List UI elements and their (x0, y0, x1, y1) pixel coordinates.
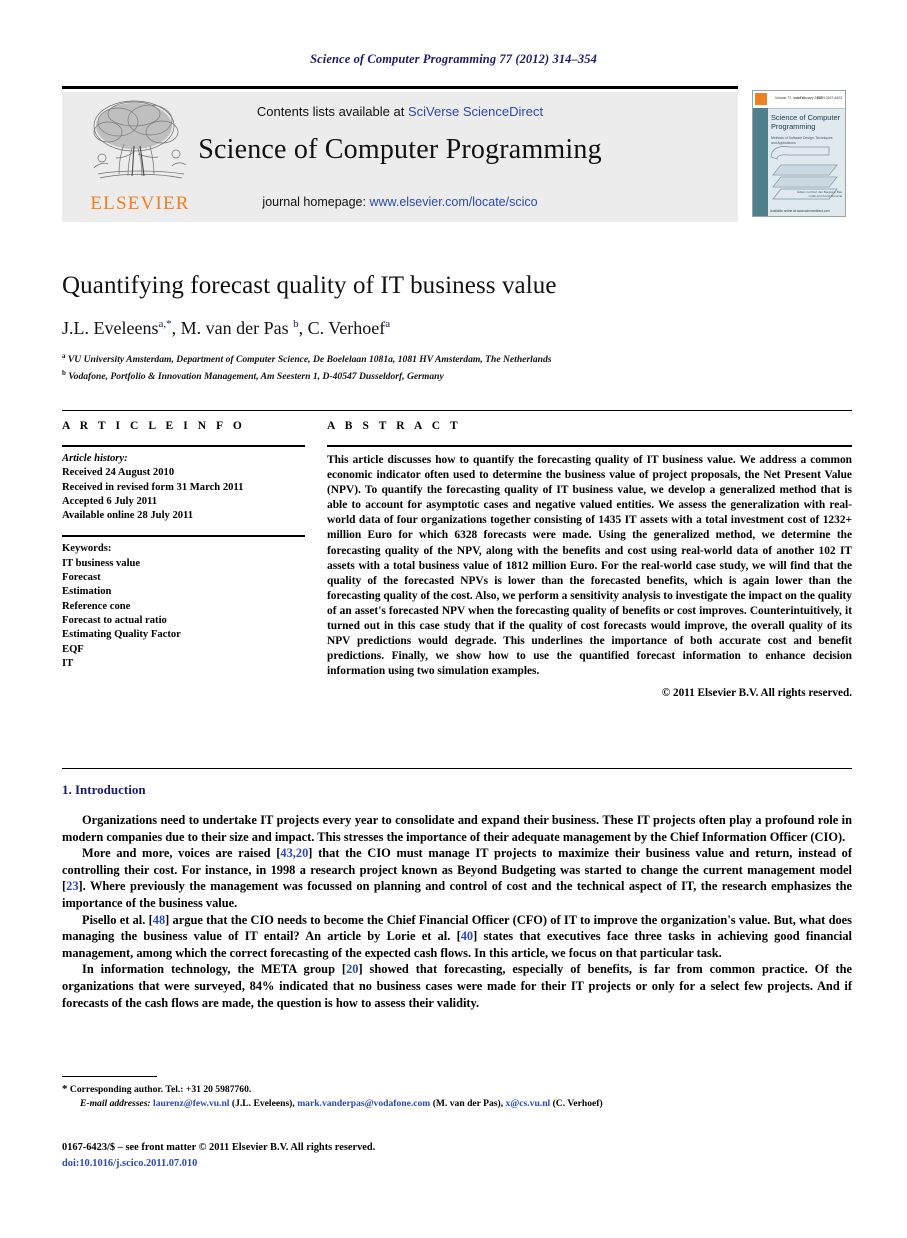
cover-footer-text: Available online at www.sciencedirect.co… (770, 209, 830, 213)
cover-publisher-square-icon (755, 93, 767, 105)
author-separator: , (298, 318, 308, 338)
paragraph-text: More and more, voices are raised [ (82, 846, 281, 861)
keyword-item: Forecast (62, 572, 101, 584)
section-title-text: Introduction (75, 782, 146, 797)
corresponding-author-text: Corresponding author. Tel.: +31 20 59877… (69, 1084, 252, 1095)
author-name: C. Verhoef (307, 318, 386, 338)
body-section-divider (62, 768, 852, 769)
paragraph-text: Organizations need to undertake IT proje… (62, 813, 852, 844)
elsevier-wordmark: ELSEVIER (90, 193, 190, 214)
body-paragraph: In information technology, the META grou… (62, 961, 852, 1011)
abstract-heading: A B S T R A C T (327, 420, 462, 432)
paragraph-text: Pisello et al. [ (82, 912, 153, 927)
keyword-item: Estimation (62, 586, 112, 598)
history-item: Available online 28 July 2011 (62, 510, 194, 522)
email-link[interactable]: laurenz@few.vu.nl (153, 1098, 229, 1109)
email-link[interactable]: x@cs.vu.nl (506, 1098, 551, 1109)
section-heading-introduction: 1. Introduction (62, 782, 146, 798)
email-link[interactable]: mark.vanderpas@vodafone.com (297, 1098, 430, 1109)
author-marks: a,* (158, 318, 172, 330)
body-paragraph: More and more, voices are raised [43,20]… (62, 845, 852, 911)
author-separator: , (171, 318, 181, 338)
keyword-item: Reference cone (62, 600, 131, 612)
corresponding-author-note: * Corresponding author. Tel.: +31 20 598… (62, 1082, 852, 1097)
article-info-heading: A R T I C L E I N F O (62, 420, 246, 432)
affiliation-list: a VU University Amsterdam, Department of… (62, 350, 852, 383)
affiliation-text: VU University Amsterdam, Department of C… (67, 354, 552, 366)
author-name: J.L. Eveleens (62, 318, 159, 338)
email-note: E-mail addresses: laurenz@few.vu.nl (J.L… (62, 1097, 852, 1111)
journal-cover-thumbnail: Volume 77, Issue 4 1 February 2012 ISSN … (752, 90, 846, 217)
info-section-divider (62, 410, 852, 411)
keyword-item: IT business value (62, 557, 141, 569)
paper-page: Science of Computer Programming 77 (2012… (0, 0, 907, 1238)
body-paragraph: Pisello et al. [48] argue that the CIO n… (62, 912, 852, 962)
affiliation-mark: a (62, 352, 66, 360)
affiliation-mark: b (62, 368, 66, 377)
author-list: J.L. Eveleensa,*, M. van der Pas b, C. V… (62, 318, 852, 339)
keyword-item: IT (62, 657, 74, 669)
cover-spine-band (753, 108, 768, 216)
keyword-item: Forecast to actual ratio (62, 614, 167, 626)
journal-homepage-link[interactable]: www.elsevier.com/locate/scico (369, 195, 537, 209)
abstract-text: This article discusses how to quantify t… (327, 454, 852, 678)
history-item: Received 24 August 2010 (62, 467, 175, 479)
author-marks: a (385, 318, 391, 330)
citation-link[interactable]: 43,20 (280, 846, 308, 860)
citation-link[interactable]: 20 (346, 962, 358, 976)
citation-link[interactable]: 23 (66, 879, 78, 893)
body-paragraph: Organizations need to undertake IT proje… (62, 812, 852, 845)
article-info-rule (62, 445, 305, 447)
email-owner: (C. Verhoef) (552, 1098, 603, 1109)
cover-editor-text: Editor-in-Chief: Jan Bergstra, Bas Lutti… (797, 190, 842, 198)
footnote-rule (62, 1076, 157, 1077)
email-owner: (J.L. Eveleens) (231, 1098, 293, 1109)
keyword-item: Estimating Quality Factor (62, 629, 181, 641)
doi-link[interactable]: doi:10.1016/j.scico.2011.07.010 (62, 1158, 197, 1169)
article-info-block: A R T I C L E I N F O Article history: R… (62, 420, 305, 671)
page-title: Quantifying forecast quality of IT busin… (62, 272, 557, 299)
abstract-block: A B S T R A C T This article discusses h… (327, 420, 852, 699)
keyword-item: EQF (62, 643, 84, 655)
running-head: Science of Computer Programming 77 (2012… (310, 52, 597, 66)
author-name: M. van der Pas (180, 318, 289, 338)
affiliation-item: b Vodafone, Portfolio & Innovation Manag… (62, 367, 852, 384)
journal-homepage-label: journal homepage: (262, 195, 370, 209)
article-history: Article history: Received 24 August 2010… (62, 452, 305, 523)
front-matter-line: 0167-6423/$ – see front matter © 2011 El… (62, 1142, 376, 1153)
email-owner: (M. van der Pas) (432, 1098, 501, 1109)
article-history-label: Article history: (62, 453, 128, 464)
history-item: Received in revised form 31 March 2011 (62, 481, 244, 493)
citation-link[interactable]: 40 (461, 929, 473, 943)
footnote-block: * Corresponding author. Tel.: +31 20 598… (62, 1082, 852, 1111)
introduction-body: Organizations need to undertake IT proje… (62, 812, 852, 1011)
citation-link[interactable]: 48 (153, 913, 165, 927)
sciencedirect-link[interactable]: SciVerse ScienceDirect (408, 104, 543, 119)
email-label: E-mail addresses: (80, 1098, 151, 1109)
cover-title-text: Science of Computer Programming (771, 113, 841, 131)
paragraph-text: ]. Where previously the management was f… (62, 879, 852, 910)
elsevier-tree-icon (93, 100, 187, 179)
cover-issn-text: ISSN 0167-6423 (816, 96, 842, 100)
history-item: Accepted 6 July 2011 (62, 495, 158, 507)
keywords-rule (62, 535, 305, 538)
abstract-copyright: © 2011 Elsevier B.V. All rights reserved… (661, 687, 852, 700)
section-number: 1. (62, 782, 72, 797)
keywords-label: Keywords: (62, 543, 112, 555)
abstract-rule (327, 445, 852, 447)
affiliation-text: Vodafone, Portfolio & Innovation Managem… (68, 370, 444, 382)
contents-available-text: Contents lists available at (256, 104, 408, 119)
keywords-block: Keywords: IT business value Forecast Est… (62, 542, 305, 671)
cover-header-strip: Volume 77, Issue 4 1 February 2012 ISSN … (753, 91, 845, 109)
paragraph-text: In information technology, the META grou… (82, 962, 347, 977)
affiliation-item: a VU University Amsterdam, Department of… (62, 350, 852, 367)
asterisk-icon: * (62, 1083, 68, 1095)
elsevier-logo: ELSEVIER (88, 96, 192, 218)
